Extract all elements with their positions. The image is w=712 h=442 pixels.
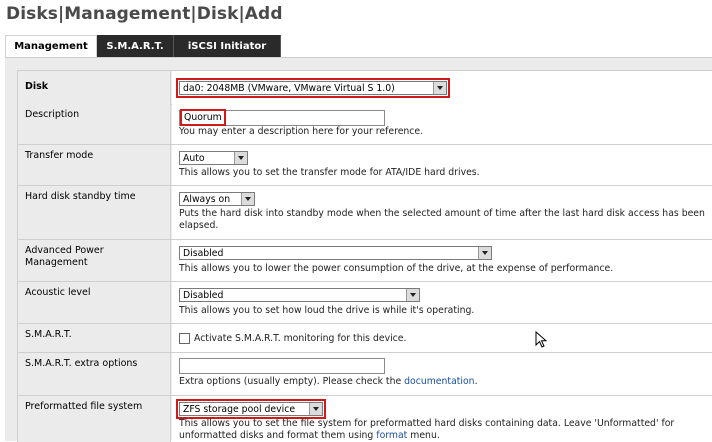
smart-row: S.M.A.R.T. Activate S.M.A.R.T. monitorin… <box>17 324 712 353</box>
smart-extra-label: S.M.A.R.T. extra options <box>18 353 171 395</box>
disk-select[interactable]: da0: 2048MB (VMware, VMware Virtual S 1.… <box>176 78 450 98</box>
transfer-mode-label: Transfer mode <box>18 145 171 185</box>
transfer-mode-select[interactable]: Auto <box>179 151 248 165</box>
chevron-down-icon <box>478 247 491 259</box>
transfer-mode-help: This allows you to set the transfer mode… <box>179 167 480 178</box>
smart-extra-help: Extra options (usually empty). Please ch… <box>179 376 478 387</box>
preformatted-select[interactable]: ZFS storage pool device <box>176 399 326 419</box>
page-title: Disks|Management|Disk|Add <box>6 4 283 24</box>
description-row: Description Quorum You may enter a descr… <box>17 104 712 145</box>
disk-row: Disk da0: 2048MB (VMware, VMware Virtual… <box>17 70 712 105</box>
chevron-down-icon <box>406 289 419 301</box>
apm-label: Advanced Power Management <box>18 240 171 281</box>
format-menu-link[interactable]: format <box>376 430 407 441</box>
tab-bar: Management S.M.A.R.T. iSCSI Initiator <box>5 35 281 57</box>
smart-checkbox[interactable] <box>179 333 190 344</box>
description-label: Description <box>18 104 171 144</box>
description-help: You may enter a description here for you… <box>179 126 424 137</box>
preformatted-help: This allows you to set the file system f… <box>179 418 675 441</box>
apm-help: This allows you to lower the power consu… <box>179 263 614 274</box>
acoustic-row: Acoustic level Disabled This allows you … <box>17 282 712 324</box>
tab-smart[interactable]: S.M.A.R.T. <box>97 35 174 57</box>
standby-row: Hard disk standby time Always on Puts th… <box>17 186 712 240</box>
chevron-down-icon <box>234 152 247 164</box>
standby-label: Hard disk standby time <box>18 186 171 239</box>
standby-help: Puts the hard disk into standby mode whe… <box>179 208 705 231</box>
preformatted-row: Preformatted file system ZFS storage poo… <box>17 396 712 442</box>
chevron-down-icon <box>241 193 254 205</box>
mouse-pointer-icon <box>535 331 548 348</box>
preformatted-label: Preformatted file system <box>18 396 171 442</box>
chevron-down-icon <box>309 403 322 415</box>
acoustic-help: This allows you to set how loud the driv… <box>179 305 475 316</box>
apm-select[interactable]: Disabled <box>179 246 492 260</box>
acoustic-select[interactable]: Disabled <box>179 288 420 302</box>
standby-select[interactable]: Always on <box>179 192 255 206</box>
chevron-down-icon <box>433 82 446 94</box>
apm-row: Advanced Power Management Disabled This … <box>17 240 712 282</box>
transfer-mode-row: Transfer mode Auto This allows you to se… <box>17 145 712 186</box>
disk-label: Disk <box>18 71 171 104</box>
tab-management[interactable]: Management <box>5 35 97 57</box>
tab-iscsi-initiator[interactable]: iSCSI Initiator <box>174 35 281 57</box>
smart-checkbox-label: Activate S.M.A.R.T. monitoring for this … <box>194 333 407 344</box>
smart-label: S.M.A.R.T. <box>18 324 171 352</box>
smart-extra-input[interactable] <box>179 358 385 374</box>
documentation-link[interactable]: documentation <box>404 376 474 387</box>
acoustic-label: Acoustic level <box>18 282 171 323</box>
description-input[interactable]: Quorum <box>179 109 385 126</box>
smart-extra-row: S.M.A.R.T. extra options Extra options (… <box>17 353 712 396</box>
